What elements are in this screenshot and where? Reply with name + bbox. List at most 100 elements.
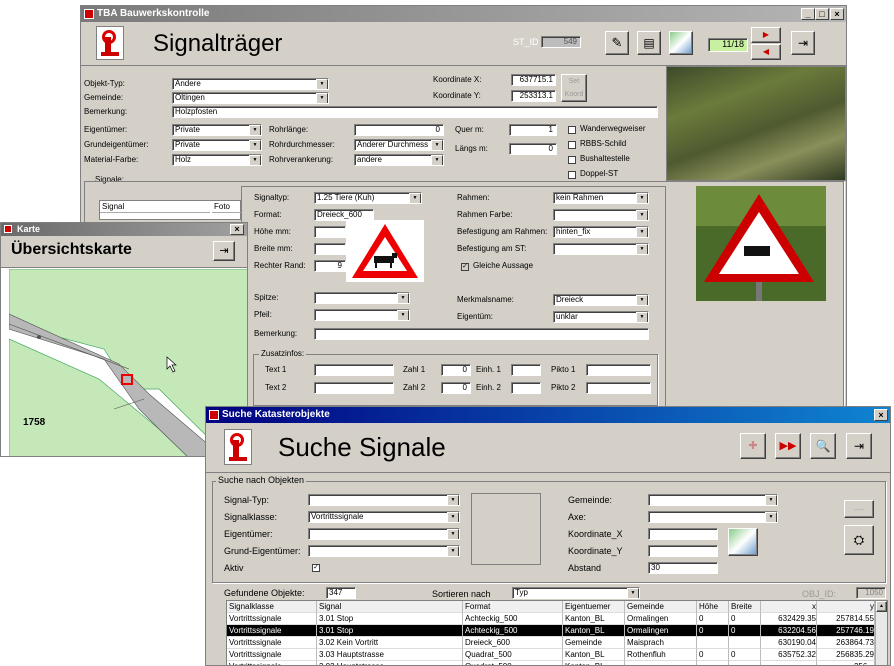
table-header-cell[interactable]: Signal: [317, 601, 463, 613]
table-cell: 3.03 Hauptstrasse: [317, 661, 463, 665]
signal-typ-select[interactable]: [308, 494, 460, 506]
pikto2-field[interactable]: [586, 382, 651, 394]
koordinate-x-search-field[interactable]: [648, 528, 718, 540]
suche-gemeinde-select[interactable]: [648, 494, 778, 506]
edit-icon[interactable]: ✎: [605, 31, 629, 55]
maximize-button[interactable]: □: [815, 8, 829, 20]
clear-icon[interactable]: —: [844, 500, 874, 518]
table-cell: [761, 661, 817, 665]
previous-record-button[interactable]: ◀: [751, 44, 781, 60]
merkmal-select[interactable]: Dreieck: [553, 294, 649, 306]
map-pick-icon[interactable]: [728, 528, 758, 556]
pfeil-select[interactable]: [314, 309, 410, 321]
next-record-button[interactable]: ▶: [751, 27, 781, 43]
koordinate-x-field[interactable]: 637715.1: [511, 74, 556, 86]
zahl2-field[interactable]: 0: [441, 382, 471, 394]
suche-app-icon: [209, 410, 219, 420]
aktiv-checkbox[interactable]: ✓: [312, 564, 320, 572]
table-header-cell[interactable]: y: [817, 601, 875, 613]
objekt-typ-select[interactable]: Andere: [172, 78, 329, 90]
gemeinde-select[interactable]: Oltingen: [172, 92, 329, 104]
einh2-field[interactable]: [511, 382, 541, 394]
rohrverankerung-select[interactable]: andere: [354, 154, 444, 166]
rechter-rand-field[interactable]: 9: [314, 260, 346, 272]
suche-close-button[interactable]: ×: [874, 409, 888, 421]
spitze-select[interactable]: [314, 292, 410, 304]
laengs-field[interactable]: 0: [509, 143, 557, 155]
rahmen-select[interactable]: kein Rahmen: [553, 192, 649, 204]
minimize-button[interactable]: _: [801, 8, 815, 20]
table-cell: [697, 661, 729, 665]
detail-bemerkung-field[interactable]: [314, 328, 649, 340]
suche-logo-icon: [224, 429, 252, 465]
table-cell: Kanton_BL: [563, 625, 625, 637]
rbbs-checkbox[interactable]: [568, 141, 576, 149]
signaltyp-select[interactable]: 1.25 Tiere (Kuh): [314, 192, 422, 204]
table-cell: Vortrittssignale: [227, 613, 317, 625]
scroll-up-button[interactable]: ▲: [876, 601, 887, 612]
hoehe-label: Höhe mm:: [254, 227, 291, 236]
table-cell: 3.01 Stop: [317, 613, 463, 625]
grundeigentuemer-select[interactable]: Private: [172, 139, 262, 151]
detail-eigentuemer-select[interactable]: unklar: [553, 311, 649, 323]
pikto1-label: Pikto 1: [551, 365, 576, 374]
results-table[interactable]: Signalklasse Signal Format Eigentuemer Gemei…: [226, 600, 888, 665]
table-cell: Achteckig_500: [463, 613, 563, 625]
close-button[interactable]: ×: [830, 8, 844, 20]
einh1-field[interactable]: [511, 364, 541, 376]
bushaltestelle-checkbox[interactable]: [568, 156, 576, 164]
grund-eigentuemer-select[interactable]: [308, 545, 460, 557]
rahmen-farbe-select[interactable]: [553, 209, 649, 221]
karte-exit-icon[interactable]: ⇥: [213, 241, 235, 261]
text1-field[interactable]: [314, 364, 394, 376]
signal-list[interactable]: Signal Foto: [99, 200, 242, 220]
text2-field[interactable]: [314, 382, 394, 394]
koordinate-y-field[interactable]: 253313.1: [511, 90, 556, 102]
table-header-cell[interactable]: Format: [463, 601, 563, 613]
signalklasse-select[interactable]: Vortrittssignale: [308, 511, 460, 523]
list-icon[interactable]: ▤: [637, 31, 661, 55]
bemerkung-field[interactable]: Holzpfosten: [172, 106, 658, 118]
table-header-cell[interactable]: Signalklasse: [227, 601, 317, 613]
eigentuemer-select[interactable]: Private: [172, 124, 262, 136]
pikto1-field[interactable]: [586, 364, 651, 376]
suche-exit-icon[interactable]: ⇥: [846, 433, 872, 459]
results-scrollbar[interactable]: ▲: [875, 601, 887, 665]
add-record-icon[interactable]: ✚: [740, 433, 766, 459]
binoculars-icon[interactable]: ⛭: [844, 525, 874, 555]
hoehe-field[interactable]: [314, 226, 346, 238]
set-koord-button[interactable]: Set Koord: [561, 74, 587, 102]
table-header-cell[interactable]: Breite: [729, 601, 761, 613]
pole-photo: [666, 66, 846, 181]
koordinate-y-search-field[interactable]: [648, 545, 718, 557]
zahl1-field[interactable]: 0: [441, 364, 471, 376]
sortieren-select[interactable]: Typ: [512, 587, 640, 599]
rohrlaenge-field[interactable]: 0: [354, 124, 444, 136]
table-header-cell[interactable]: Eigentuemer: [563, 601, 625, 613]
wanderwegweiser-checkbox[interactable]: [568, 126, 576, 134]
table-header-cell[interactable]: Höhe: [697, 601, 729, 613]
exit-icon[interactable]: ⇥: [791, 31, 815, 55]
table-cell: Vortrittssignale: [227, 637, 317, 649]
breite-field[interactable]: [314, 243, 346, 255]
search-doc-icon[interactable]: 🔍: [810, 433, 836, 459]
suche-eigentuemer-select[interactable]: [308, 528, 460, 540]
abstand-field[interactable]: 30: [648, 562, 718, 574]
material-select[interactable]: Holz: [172, 154, 262, 166]
doppel-st-checkbox[interactable]: [568, 171, 576, 179]
table-header-cell[interactable]: x: [761, 601, 817, 613]
rohrverankerung-label: Rohrverankerung:: [269, 155, 334, 164]
gleiche-aussage-checkbox[interactable]: ✓: [461, 263, 469, 271]
bef-rahmen-select[interactable]: hinten_fix: [553, 226, 649, 238]
st-id-field: 549: [541, 36, 581, 48]
next-match-icon[interactable]: ▶▶: [775, 433, 801, 459]
table-header-cell[interactable]: Gemeinde: [625, 601, 697, 613]
quer-field[interactable]: 1: [509, 124, 557, 136]
quer-label: Quer m:: [455, 125, 484, 134]
spitze-label: Spitze:: [254, 293, 279, 302]
axe-select[interactable]: [648, 511, 778, 523]
map-icon[interactable]: [669, 31, 693, 55]
karte-close-button[interactable]: ×: [230, 224, 244, 235]
rohrdurchmesser-select[interactable]: Anderer Durchmess: [354, 139, 444, 151]
bef-st-select[interactable]: [553, 243, 649, 255]
